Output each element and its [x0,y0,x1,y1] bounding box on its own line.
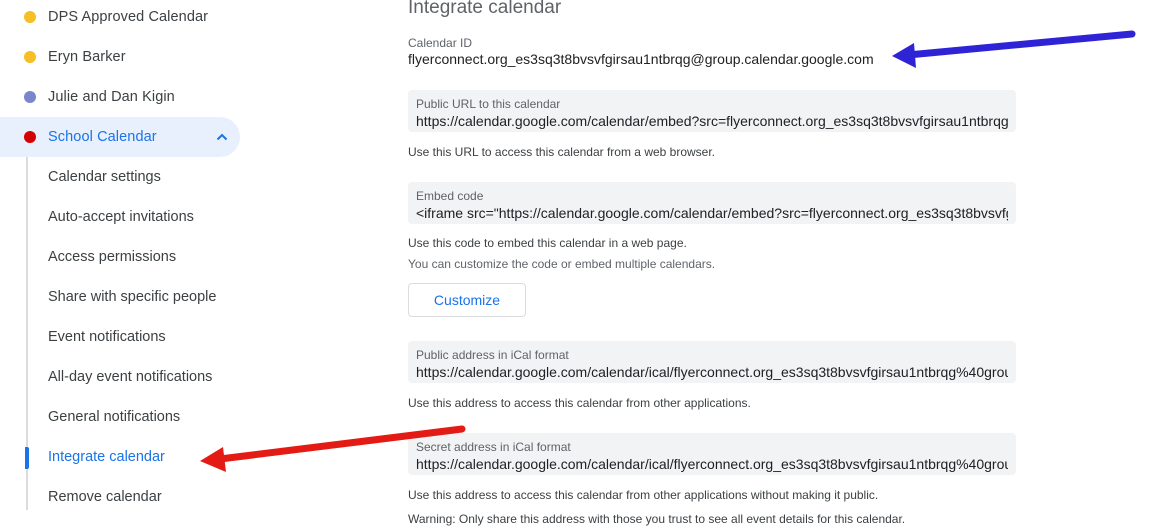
sidebar-calendar-label: Julie and Dan Kigin [48,89,175,105]
calendar-id-label: Calendar ID [408,36,473,50]
embed-code-customize-hint: You can customize the code or embed mult… [408,257,716,271]
sidebar-item-general-notifications[interactable]: General notifications [48,407,180,427]
calendar-color-dot [24,11,36,23]
public-ical-help: Use this address to access this calendar… [408,396,751,410]
embed-code-label: Embed code [416,189,484,203]
chevron-up-icon[interactable] [214,129,230,145]
public-url-label: Public URL to this calendar [416,97,561,111]
secret-ical-value[interactable]: https://calendar.google.com/calendar/ica… [416,456,1008,472]
sidebar-calendar-dps-approved[interactable]: DPS Approved Calendar [0,0,240,37]
calendar-color-dot [24,131,36,143]
public-ical-field[interactable]: Public address in iCal format https://ca… [408,341,1016,383]
active-indicator [25,447,29,469]
embed-code-field[interactable]: Embed code <iframe src="https://calendar… [408,182,1016,224]
sidebar-calendar-label: DPS Approved Calendar [48,9,209,25]
sidebar-calendar-school[interactable]: School Calendar [0,117,240,157]
settings-sidebar: DPS Approved Calendar Eryn Barker Julie … [0,0,260,528]
calendar-color-dot [24,51,36,63]
sidebar-item-calendar-settings[interactable]: Calendar settings [48,167,161,187]
sidebar-item-remove-calendar[interactable]: Remove calendar [48,487,162,507]
blue-arrow-annotation [892,30,1136,68]
calendar-id-value[interactable]: flyerconnect.org_es3sq3t8bvsvfgirsau1ntb… [408,51,874,67]
public-url-help: Use this URL to access this calendar fro… [408,145,716,159]
sidebar-item-access-permissions[interactable]: Access permissions [48,247,176,267]
embed-code-value[interactable]: <iframe src="https://calendar.google.com… [416,205,1008,221]
secret-ical-field[interactable]: Secret address in iCal format https://ca… [408,433,1016,475]
customize-button[interactable]: Customize [408,283,526,317]
secret-ical-help: Use this address to access this calendar… [408,488,879,502]
sidebar-item-auto-accept[interactable]: Auto-accept invitations [48,207,194,227]
public-ical-value[interactable]: https://calendar.google.com/calendar/ica… [416,364,1008,380]
embed-code-help: Use this code to embed this calendar in … [408,236,687,250]
sidebar-item-all-day-notifications[interactable]: All-day event notifications [48,367,212,387]
sidebar-calendar-label: Eryn Barker [48,49,126,65]
secret-ical-label: Secret address in iCal format [416,440,571,454]
sidebar-item-integrate-calendar[interactable]: Integrate calendar [48,447,165,467]
calendar-color-dot [24,91,36,103]
secret-ical-warning: Warning: Only share this address with th… [408,512,906,526]
sidebar-calendar-label: School Calendar [48,129,157,145]
public-url-value[interactable]: https://calendar.google.com/calendar/emb… [416,113,1008,129]
public-ical-label: Public address in iCal format [416,348,569,362]
public-url-field[interactable]: Public URL to this calendar https://cale… [408,90,1016,132]
sidebar-item-event-notifications[interactable]: Event notifications [48,327,166,347]
section-title: Integrate calendar [408,0,562,18]
sidebar-item-share-specific-people[interactable]: Share with specific people [48,287,216,307]
sidebar-calendar-eryn-barker[interactable]: Eryn Barker [0,37,240,77]
sidebar-calendar-julie-dan-kigin[interactable]: Julie and Dan Kigin [0,77,240,117]
